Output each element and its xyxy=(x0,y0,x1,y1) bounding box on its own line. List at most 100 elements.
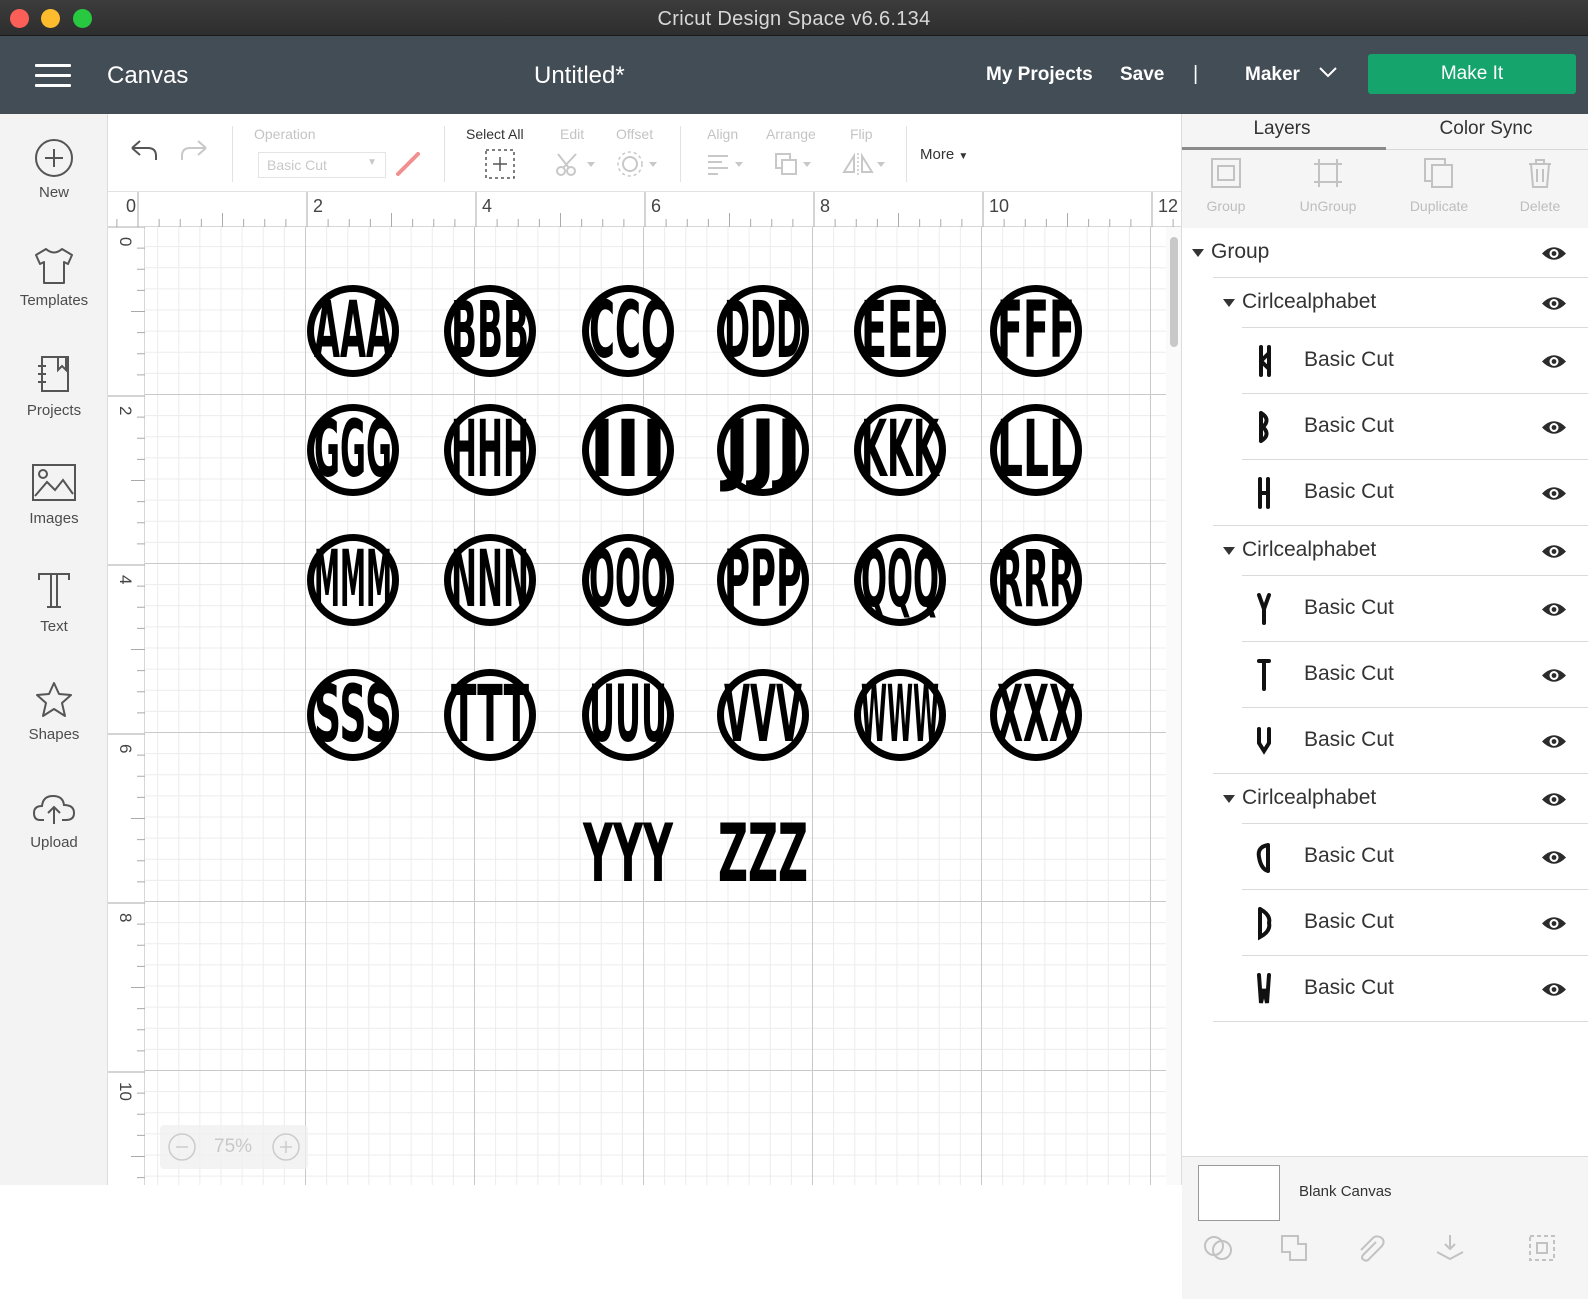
monogram-design[interactable]: WWW xyxy=(850,665,950,765)
attach-icon[interactable] xyxy=(1354,1232,1386,1264)
caret-down-icon[interactable] xyxy=(1222,794,1236,804)
sidebar-item-projects[interactable]: Projects xyxy=(0,354,108,419)
sidebar-item-shapes[interactable]: Shapes xyxy=(0,680,108,743)
sidebar-item-new[interactable]: New xyxy=(0,138,108,201)
monogram-design[interactable]: MMM xyxy=(303,530,403,630)
save-button[interactable]: Save xyxy=(1120,64,1164,86)
weld-icon[interactable] xyxy=(1278,1232,1310,1264)
eye-icon[interactable] xyxy=(1541,915,1567,932)
monogram-design[interactable]: DDD xyxy=(713,281,813,381)
chevron-down-icon[interactable] xyxy=(1318,64,1338,80)
eye-icon[interactable] xyxy=(1541,601,1567,618)
contour-icon[interactable] xyxy=(1526,1232,1558,1264)
select-all-icon[interactable] xyxy=(484,148,516,180)
my-projects-link[interactable]: My Projects xyxy=(986,64,1093,86)
monogram-design[interactable]: EEE xyxy=(850,281,950,381)
flip-icon[interactable] xyxy=(840,150,888,178)
redo-icon[interactable] xyxy=(178,138,210,164)
caret-down-icon[interactable] xyxy=(1222,298,1236,308)
canvas-swatch[interactable] xyxy=(1198,1165,1280,1221)
make-it-button[interactable]: Make It xyxy=(1368,54,1576,94)
monogram-design[interactable]: SSS xyxy=(303,665,403,765)
monogram-design[interactable]: LLL xyxy=(986,400,1086,500)
eye-icon[interactable] xyxy=(1541,733,1567,750)
monogram-design[interactable]: FFF xyxy=(986,281,1086,381)
tab-color-sync[interactable]: Color Sync xyxy=(1386,118,1586,140)
caret-down-icon[interactable] xyxy=(1222,546,1236,556)
document-title[interactable]: Untitled* xyxy=(534,62,625,90)
sidebar-item-templates[interactable]: Templates xyxy=(0,246,108,309)
layer-group[interactable]: Group xyxy=(1182,228,1588,278)
slice-icon[interactable] xyxy=(1202,1232,1234,1264)
layer-item[interactable]: Basic Cut xyxy=(1182,708,1588,774)
sidebar-item-upload[interactable]: Upload xyxy=(0,790,108,851)
monogram-design[interactable]: YYY xyxy=(578,803,678,903)
monogram-design[interactable]: UUU xyxy=(578,665,678,765)
zoom-in-icon[interactable] xyxy=(270,1131,302,1163)
zoom-out-icon[interactable] xyxy=(166,1131,198,1163)
monogram-design[interactable]: XXX xyxy=(986,665,1086,765)
ungroup-tool[interactable]: UnGroup xyxy=(1278,150,1378,224)
sidebar-item-images[interactable]: Images xyxy=(0,462,108,527)
monogram-design[interactable]: TTT xyxy=(440,665,540,765)
eye-icon[interactable] xyxy=(1541,981,1567,998)
monogram-design[interactable]: ZZZ xyxy=(713,803,813,903)
layer-item[interactable]: Basic Cut xyxy=(1182,328,1588,394)
align-icon[interactable] xyxy=(704,150,748,178)
duplicate-tool[interactable]: Duplicate xyxy=(1389,150,1489,224)
eye-icon[interactable] xyxy=(1541,791,1567,808)
layer-subgroup[interactable]: Cirlcealphabet xyxy=(1182,526,1588,576)
edit-scissors-icon[interactable] xyxy=(554,150,598,178)
monogram-design[interactable]: VVV xyxy=(713,665,813,765)
eye-icon[interactable] xyxy=(1541,353,1567,370)
monogram-design[interactable]: RRR xyxy=(986,530,1086,630)
layer-item[interactable]: Basic Cut xyxy=(1182,576,1588,642)
layer-item[interactable]: Basic Cut xyxy=(1182,460,1588,526)
eye-icon[interactable] xyxy=(1541,667,1567,684)
design-canvas[interactable]: AAA BBB CCC DDD EEE FFF GGG HHH III JJJ KKK LLL MMM N… xyxy=(145,227,1166,1185)
eye-icon[interactable] xyxy=(1541,245,1567,262)
sidebar-item-text[interactable]: Text xyxy=(0,570,108,635)
machine-select[interactable]: Maker xyxy=(1245,64,1300,86)
monogram-design[interactable]: JJJ xyxy=(713,400,813,500)
delete-tool[interactable]: Delete xyxy=(1490,150,1588,224)
canvas-scrollbar[interactable] xyxy=(1166,227,1181,1185)
monogram-design[interactable]: KKK xyxy=(850,400,950,500)
layer-item[interactable]: Basic Cut xyxy=(1182,956,1588,1022)
scrollbar-thumb[interactable] xyxy=(1170,237,1178,347)
layer-item[interactable]: Basic Cut xyxy=(1182,824,1588,890)
blank-canvas-row[interactable]: Blank Canvas xyxy=(1182,1156,1588,1224)
pen-color-icon[interactable] xyxy=(394,150,422,178)
undo-icon[interactable] xyxy=(128,138,160,164)
monogram-design[interactable]: GGG xyxy=(303,400,403,500)
layer-item[interactable]: Basic Cut xyxy=(1182,890,1588,956)
monogram-design[interactable]: AAA xyxy=(303,281,403,381)
eye-icon[interactable] xyxy=(1541,295,1567,312)
tab-layers[interactable]: Layers xyxy=(1182,118,1382,140)
arrange-icon[interactable] xyxy=(772,150,816,178)
monogram-design[interactable]: NNN xyxy=(440,530,540,630)
more-button[interactable]: More ▼ xyxy=(920,146,968,163)
offset-icon[interactable] xyxy=(616,150,660,178)
eye-icon[interactable] xyxy=(1541,849,1567,866)
select-all-label[interactable]: Select All xyxy=(466,126,524,142)
monogram-design[interactable]: OOO xyxy=(578,530,678,630)
operation-select[interactable]: Basic Cut ▼ xyxy=(258,152,386,178)
eye-icon[interactable] xyxy=(1541,419,1567,436)
caret-down-icon[interactable] xyxy=(1191,248,1205,258)
monogram-design[interactable]: HHH xyxy=(440,400,540,500)
group-tool[interactable]: Group xyxy=(1176,150,1276,224)
layer-item[interactable]: Basic Cut xyxy=(1182,642,1588,708)
monogram-design[interactable]: PPP xyxy=(713,530,813,630)
hamburger-menu-icon[interactable] xyxy=(35,64,71,88)
monogram-design[interactable]: BBB xyxy=(440,281,540,381)
monogram-design[interactable]: CCC xyxy=(578,281,678,381)
eye-icon[interactable] xyxy=(1541,485,1567,502)
monogram-design[interactable]: III xyxy=(578,400,678,500)
layer-subgroup[interactable]: Cirlcealphabet xyxy=(1182,278,1588,328)
layer-subgroup[interactable]: Cirlcealphabet xyxy=(1182,774,1588,824)
monogram-design[interactable]: QQQ xyxy=(850,530,950,630)
eye-icon[interactable] xyxy=(1541,543,1567,560)
layer-item[interactable]: Basic Cut xyxy=(1182,394,1588,460)
flatten-icon[interactable] xyxy=(1434,1232,1466,1264)
